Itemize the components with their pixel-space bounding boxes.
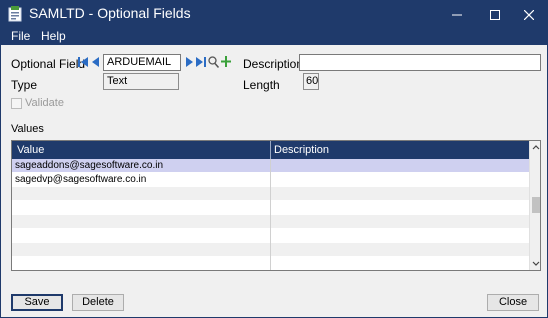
- close-window-button[interactable]: [511, 1, 547, 27]
- delete-button[interactable]: Delete: [72, 294, 124, 311]
- values-label: Values: [11, 123, 44, 135]
- table-row[interactable]: [12, 229, 529, 243]
- value-cell[interactable]: sageaddons@sagesoftware.co.in: [15, 160, 163, 171]
- window-title: SAMLTD - Optional Fields: [29, 5, 191, 21]
- values-grid: Value Description sageaddons@sagesoftwar…: [11, 140, 541, 271]
- optional-field-label: Optional Field: [11, 57, 86, 71]
- type-value: Text: [103, 73, 179, 90]
- close-icon: [523, 9, 535, 20]
- column-header-description[interactable]: Description: [274, 144, 329, 156]
- vertical-scrollbar[interactable]: [529, 141, 540, 270]
- value-cell[interactable]: sagedvp@sagesoftware.co.in: [15, 174, 146, 185]
- cell-divider: [270, 243, 271, 257]
- app-icon: [8, 6, 22, 22]
- table-row[interactable]: [12, 243, 529, 257]
- table-row[interactable]: [12, 201, 529, 215]
- length-label: Length: [243, 78, 280, 92]
- column-divider[interactable]: [270, 141, 271, 159]
- menu-help[interactable]: Help: [41, 29, 66, 43]
- cell-divider: [270, 159, 271, 173]
- table-row[interactable]: [12, 257, 529, 270]
- cell-divider: [270, 173, 271, 187]
- maximize-button[interactable]: [477, 1, 513, 27]
- optional-fields-window: SAMLTD - Optional Fields File Help Optio…: [0, 0, 548, 318]
- save-button[interactable]: Save: [11, 294, 63, 311]
- optional-field-input[interactable]: ARDUEMAIL: [103, 54, 181, 71]
- grid-rows: sageaddons@sagesoftware.co.in sagedvp@sag…: [12, 159, 529, 270]
- minimize-icon: [452, 14, 462, 16]
- scroll-down-icon[interactable]: [532, 261, 540, 269]
- grid-header: Value Description: [12, 141, 529, 159]
- cell-divider: [270, 229, 271, 243]
- type-label: Type: [11, 78, 38, 92]
- table-row[interactable]: sagedvp@sagesoftware.co.in: [12, 173, 529, 187]
- title-bar[interactable]: SAMLTD - Optional Fields: [1, 1, 547, 27]
- validate-checkbox[interactable]: [11, 98, 22, 109]
- maximize-icon: [490, 9, 500, 20]
- first-record-icon[interactable]: [78, 56, 88, 68]
- table-row[interactable]: [12, 187, 529, 201]
- menu-file[interactable]: File: [11, 29, 30, 43]
- new-record-icon[interactable]: [221, 56, 231, 67]
- cell-divider: [270, 257, 271, 270]
- finder-icon[interactable]: [208, 56, 219, 68]
- length-value: 60: [303, 73, 319, 90]
- description-input[interactable]: [299, 54, 541, 71]
- scroll-up-icon[interactable]: [532, 144, 540, 152]
- minimize-button[interactable]: [439, 1, 475, 27]
- previous-record-icon[interactable]: [91, 56, 101, 68]
- close-button[interactable]: Close: [487, 294, 539, 311]
- table-row[interactable]: sageaddons@sagesoftware.co.in: [12, 159, 529, 173]
- next-record-icon[interactable]: [184, 56, 194, 68]
- description-label: Description: [243, 57, 304, 71]
- cell-divider: [270, 215, 271, 229]
- column-header-value[interactable]: Value: [17, 144, 44, 156]
- scroll-thumb[interactable]: [532, 197, 540, 213]
- validate-label: Validate: [25, 97, 64, 109]
- last-record-icon[interactable]: [196, 56, 206, 68]
- cell-divider: [270, 187, 271, 201]
- form-content: Optional Field ARDUEMAIL Description Typ…: [1, 45, 547, 317]
- menu-bar: File Help: [1, 27, 547, 45]
- table-row[interactable]: [12, 215, 529, 229]
- cell-divider: [270, 201, 271, 215]
